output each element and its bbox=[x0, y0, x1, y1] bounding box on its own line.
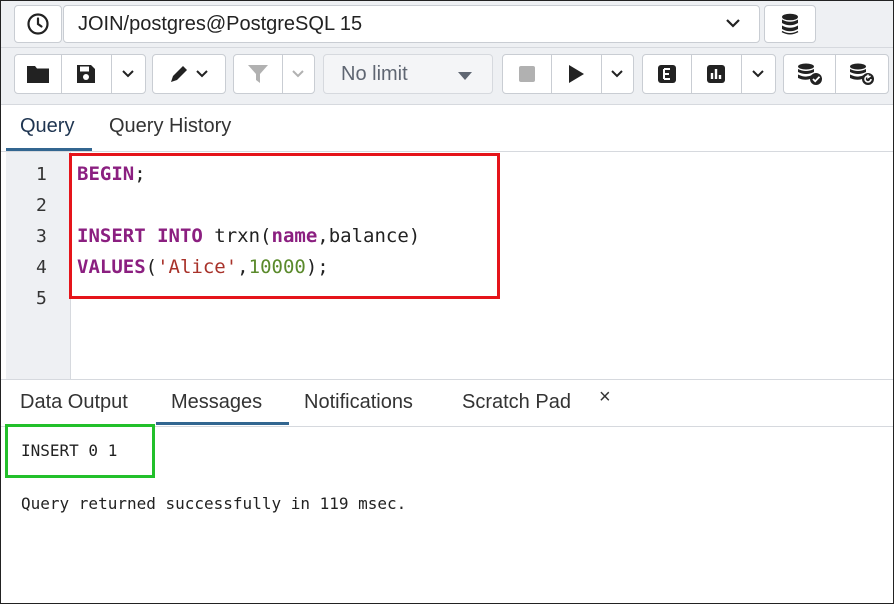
row-limit-select[interactable]: No limit bbox=[323, 54, 493, 94]
tab-messages[interactable]: Messages bbox=[171, 391, 262, 414]
output-tab-bar: Data Output Messages Notifications Scrat… bbox=[1, 379, 893, 427]
connection-bar: JOIN/postgres@PostgreSQL 15 bbox=[1, 1, 893, 48]
edit-button-group bbox=[152, 54, 226, 94]
editor-tab-bar: Query Query History bbox=[1, 105, 893, 152]
save-options-dropdown[interactable] bbox=[112, 55, 145, 93]
database-connection-button[interactable] bbox=[764, 5, 816, 43]
rollback-button[interactable] bbox=[836, 55, 888, 93]
filter-icon bbox=[247, 65, 268, 83]
close-icon[interactable]: × bbox=[599, 386, 611, 409]
folder-icon bbox=[27, 66, 50, 83]
database-commit-icon bbox=[797, 63, 822, 85]
connection-label: JOIN/postgres@PostgreSQL 15 bbox=[78, 13, 363, 35]
tab-data-output[interactable]: Data Output bbox=[20, 391, 128, 414]
explain-analyze-button[interactable] bbox=[692, 55, 742, 93]
tab-scratch-pad[interactable]: Scratch Pad bbox=[462, 391, 571, 414]
transaction-button-group bbox=[783, 54, 889, 94]
chevron-down-icon bbox=[292, 70, 305, 78]
chevron-down-icon bbox=[726, 19, 740, 28]
execute-query-button[interactable] bbox=[552, 55, 602, 93]
filter-options-dropdown[interactable] bbox=[283, 55, 314, 93]
database-icon bbox=[781, 13, 799, 35]
play-icon bbox=[569, 65, 585, 83]
open-file-button[interactable] bbox=[15, 55, 63, 93]
chevron-down-icon bbox=[752, 70, 764, 78]
execute-button-group bbox=[502, 54, 634, 94]
line-number: 2 bbox=[36, 195, 47, 216]
query-status-message: Query returned successfully in 119 msec. bbox=[21, 494, 407, 513]
row-limit-label: No limit bbox=[341, 63, 408, 85]
filter-button-group bbox=[233, 54, 315, 94]
pgadmin-query-tool: JOIN/postgres@PostgreSQL 15 No limit Que… bbox=[0, 0, 894, 604]
query-toolbar: No limit bbox=[1, 48, 893, 105]
connection-status-button[interactable] bbox=[14, 5, 62, 43]
active-tab-indicator bbox=[156, 422, 289, 425]
line-number: 3 bbox=[36, 226, 47, 247]
connection-select[interactable]: JOIN/postgres@PostgreSQL 15 bbox=[63, 5, 760, 43]
edit-options-button[interactable] bbox=[153, 55, 225, 93]
execute-options-dropdown[interactable] bbox=[602, 55, 634, 93]
database-rollback-icon bbox=[850, 63, 874, 85]
filter-button[interactable] bbox=[234, 55, 283, 93]
pencil-icon bbox=[171, 66, 187, 82]
explain-button[interactable] bbox=[643, 55, 693, 93]
sql-editor[interactable]: 1 2 3 4 5 BEGIN; INSERT INTO trxn(name,b… bbox=[1, 152, 893, 379]
caret-down-icon bbox=[458, 72, 472, 80]
messages-panel: INSERT 0 1 Query returned successfully i… bbox=[1, 424, 893, 603]
line-number-gutter: 1 2 3 4 5 bbox=[6, 152, 71, 379]
explain-button-group bbox=[642, 54, 776, 94]
clock-icon bbox=[27, 13, 49, 35]
line-number: 5 bbox=[36, 288, 47, 309]
line-number: 1 bbox=[36, 164, 47, 185]
stop-icon bbox=[519, 66, 536, 82]
save-icon bbox=[77, 65, 96, 83]
save-file-button[interactable] bbox=[62, 55, 112, 93]
chevron-down-icon bbox=[122, 70, 134, 78]
tab-query-history[interactable]: Query History bbox=[109, 115, 231, 138]
tab-query[interactable]: Query bbox=[20, 115, 74, 138]
active-tab-indicator bbox=[6, 148, 92, 151]
explain-icon bbox=[658, 65, 677, 83]
stop-query-button[interactable] bbox=[503, 55, 553, 93]
result-highlight-box bbox=[5, 424, 155, 478]
commit-button[interactable] bbox=[784, 55, 837, 93]
bar-chart-icon bbox=[707, 65, 726, 83]
code-highlight-box bbox=[69, 153, 500, 299]
explain-options-dropdown[interactable] bbox=[742, 55, 775, 93]
file-button-group bbox=[14, 54, 146, 94]
chevron-down-icon bbox=[196, 70, 208, 78]
chevron-down-icon bbox=[611, 70, 623, 78]
tab-notifications[interactable]: Notifications bbox=[304, 391, 413, 414]
line-number: 4 bbox=[36, 257, 47, 278]
